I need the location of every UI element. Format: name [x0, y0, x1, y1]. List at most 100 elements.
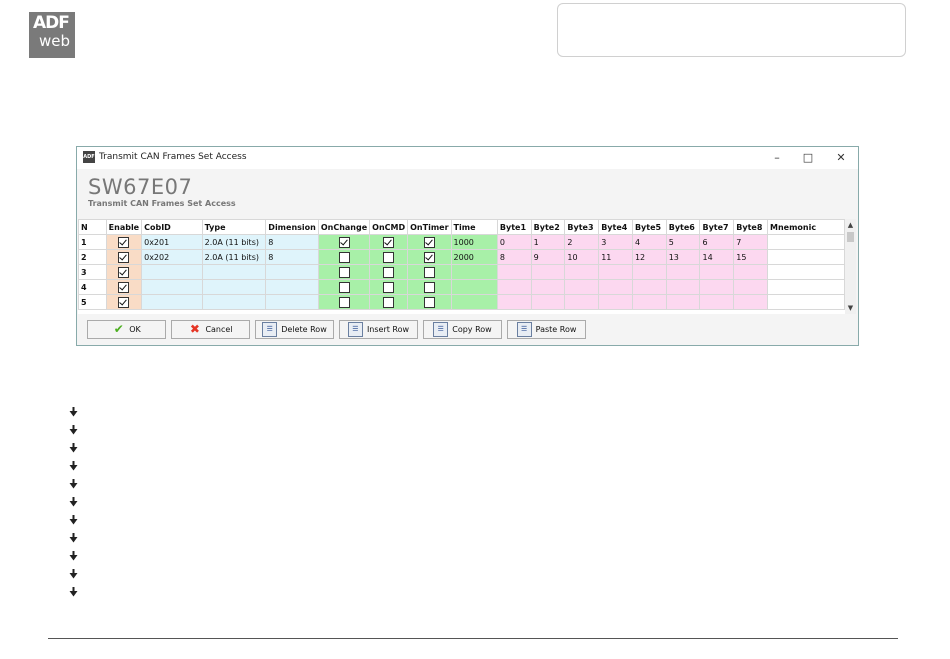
- oncmd-checkbox[interactable]: [383, 281, 395, 293]
- onchange-checkbox[interactable]: [338, 236, 350, 248]
- byte7-cell[interactable]: [699, 279, 735, 295]
- type-cell[interactable]: 2.0A (11 bits): [201, 249, 267, 265]
- cobid-cell[interactable]: 0x201: [141, 234, 203, 250]
- copy-row-button[interactable]: ☰ Copy Row: [423, 320, 502, 339]
- byte6-cell[interactable]: 13: [665, 249, 701, 265]
- byte6-cell[interactable]: [665, 279, 701, 295]
- byte8-cell[interactable]: [733, 279, 769, 295]
- onchange-checkbox[interactable]: [338, 296, 350, 308]
- onchange-checkbox[interactable]: [338, 266, 350, 278]
- byte4-cell[interactable]: [598, 264, 633, 280]
- cobid-cell[interactable]: [141, 264, 203, 280]
- time-cell[interactable]: [450, 279, 498, 295]
- scroll-up-icon[interactable]: ▲: [845, 220, 856, 230]
- byte3-cell[interactable]: 2: [564, 234, 600, 250]
- dimension-cell[interactable]: [265, 294, 319, 310]
- byte6-cell[interactable]: [665, 294, 701, 310]
- cobid-cell[interactable]: 0x202: [141, 249, 203, 265]
- onchange-checkbox[interactable]: [338, 251, 350, 263]
- type-cell[interactable]: [201, 294, 267, 310]
- enable-checkbox[interactable]: [118, 281, 130, 293]
- ontimer-checkbox[interactable]: [423, 251, 435, 263]
- byte8-cell[interactable]: [733, 264, 769, 280]
- byte1-cell[interactable]: [496, 264, 532, 280]
- dimension-cell[interactable]: 8: [265, 234, 319, 250]
- byte4-cell[interactable]: [598, 279, 633, 295]
- mnemonic-cell[interactable]: [767, 294, 845, 310]
- dimension-cell[interactable]: 8: [265, 249, 319, 265]
- byte7-cell[interactable]: [699, 264, 735, 280]
- byte2-cell[interactable]: 9: [530, 249, 566, 265]
- mnemonic-cell[interactable]: [767, 264, 845, 280]
- ontimer-checkbox[interactable]: [423, 296, 435, 308]
- enable-checkbox[interactable]: [118, 266, 130, 278]
- byte5-cell[interactable]: [631, 279, 667, 295]
- byte5-cell[interactable]: 12: [631, 249, 667, 265]
- byte5-cell[interactable]: 4: [631, 234, 667, 250]
- byte7-cell[interactable]: [699, 294, 735, 310]
- dimension-cell[interactable]: [265, 279, 319, 295]
- byte7-cell[interactable]: 14: [699, 249, 735, 265]
- insert-row-button[interactable]: ☰ Insert Row: [339, 320, 418, 339]
- byte4-cell[interactable]: [598, 294, 633, 310]
- byte3-cell[interactable]: [564, 294, 600, 310]
- mnemonic-cell[interactable]: [767, 279, 845, 295]
- byte2-cell[interactable]: [530, 279, 566, 295]
- type-cell[interactable]: 2.0A (11 bits): [201, 234, 267, 250]
- oncmd-checkbox[interactable]: [383, 236, 395, 248]
- byte2-cell[interactable]: [530, 294, 566, 310]
- dimension-cell[interactable]: [265, 264, 319, 280]
- byte3-cell[interactable]: [564, 279, 600, 295]
- time-cell[interactable]: [450, 294, 498, 310]
- byte4-cell[interactable]: 11: [598, 249, 633, 265]
- byte8-cell[interactable]: [733, 294, 769, 310]
- type-cell[interactable]: [201, 279, 267, 295]
- minimize-button[interactable]: –: [766, 150, 788, 166]
- byte5-cell[interactable]: [631, 294, 667, 310]
- ontimer-checkbox[interactable]: [423, 281, 435, 293]
- enable-checkbox[interactable]: [118, 236, 130, 248]
- byte2-cell[interactable]: [530, 264, 566, 280]
- mnemonic-cell[interactable]: [767, 234, 845, 250]
- byte8-cell[interactable]: 15: [733, 249, 769, 265]
- ontimer-checkbox[interactable]: [423, 236, 435, 248]
- cobid-cell[interactable]: [141, 279, 203, 295]
- byte8-cell[interactable]: 7: [733, 234, 769, 250]
- scroll-down-icon[interactable]: ▼: [845, 303, 856, 313]
- mnemonic-cell[interactable]: [767, 249, 845, 265]
- byte2-cell[interactable]: 1: [530, 234, 566, 250]
- byte1-cell[interactable]: [496, 279, 532, 295]
- cancel-button[interactable]: ✖ Cancel: [171, 320, 250, 339]
- row-number[interactable]: 4: [78, 279, 107, 295]
- oncmd-checkbox[interactable]: [383, 251, 395, 263]
- time-cell[interactable]: 2000: [450, 249, 498, 265]
- paste-row-button[interactable]: ☰ Paste Row: [507, 320, 586, 339]
- byte7-cell[interactable]: 6: [699, 234, 735, 250]
- scroll-thumb[interactable]: [847, 232, 854, 242]
- oncmd-checkbox[interactable]: [383, 266, 395, 278]
- byte3-cell[interactable]: [564, 264, 600, 280]
- ontimer-checkbox[interactable]: [423, 266, 435, 278]
- byte3-cell[interactable]: 10: [564, 249, 600, 265]
- enable-checkbox[interactable]: [118, 251, 130, 263]
- row-number[interactable]: 5: [78, 294, 107, 310]
- close-button[interactable]: ✕: [830, 150, 852, 166]
- byte5-cell[interactable]: [631, 264, 667, 280]
- cobid-cell[interactable]: [141, 294, 203, 310]
- byte1-cell[interactable]: [496, 294, 532, 310]
- delete-row-button[interactable]: ☰ Delete Row: [255, 320, 334, 339]
- byte1-cell[interactable]: 8: [496, 249, 532, 265]
- oncmd-checkbox[interactable]: [383, 296, 395, 308]
- time-cell[interactable]: 1000: [450, 234, 498, 250]
- row-number[interactable]: 3: [78, 264, 107, 280]
- row-number[interactable]: 1: [78, 234, 107, 250]
- vertical-scrollbar[interactable]: ▲ ▼: [845, 219, 856, 314]
- maximize-button[interactable]: □: [797, 150, 819, 166]
- type-cell[interactable]: [201, 264, 267, 280]
- byte6-cell[interactable]: [665, 264, 701, 280]
- row-number[interactable]: 2: [78, 249, 107, 265]
- time-cell[interactable]: [450, 264, 498, 280]
- byte1-cell[interactable]: 0: [496, 234, 532, 250]
- byte4-cell[interactable]: 3: [598, 234, 633, 250]
- onchange-checkbox[interactable]: [338, 281, 350, 293]
